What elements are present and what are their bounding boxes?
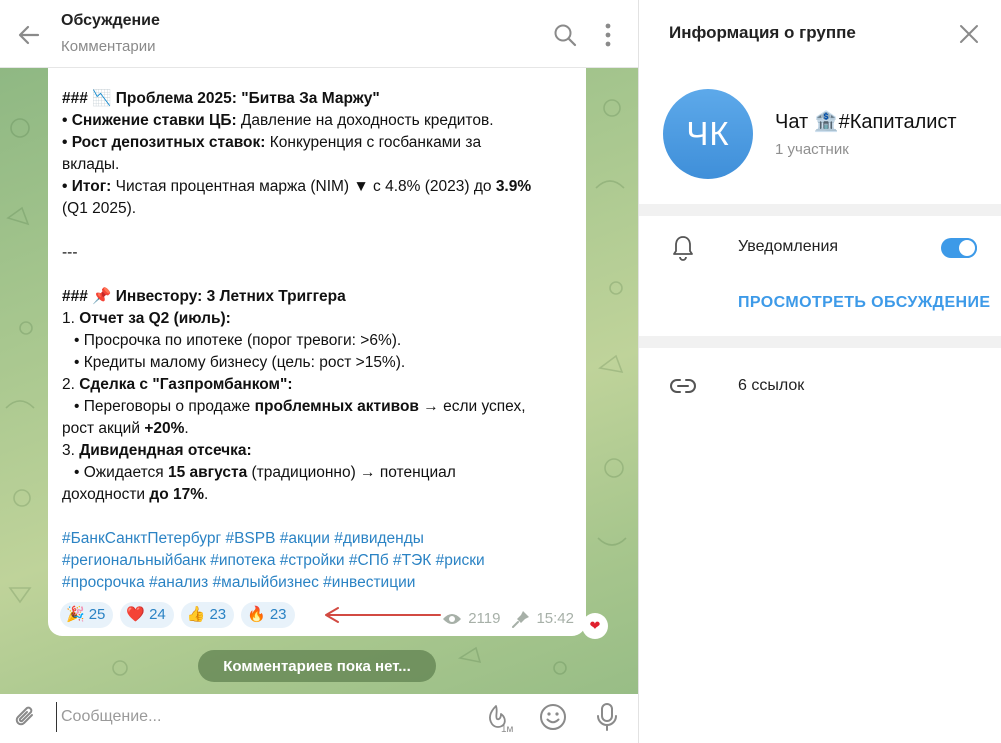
text: Конкуренция с госбанками за: [265, 134, 482, 151]
slow-mode-timer-icon[interactable]: 1м: [484, 702, 516, 734]
bold-text: • Итог:: [62, 178, 112, 195]
post-line: • Переговоры о продаже проблемных активо…: [62, 396, 572, 418]
text: → если успех,: [418, 398, 526, 415]
bold-text: 3.9%: [495, 178, 532, 195]
no-comments-pill: Комментариев пока нет...: [198, 650, 436, 682]
bold-text: Дивидендная отсечка:: [79, 442, 252, 459]
text: .: [204, 486, 209, 503]
attach-paperclip-icon[interactable]: [12, 704, 40, 732]
own-reaction-heart-icon[interactable]: ❤: [582, 613, 608, 639]
post-line: • Просрочка по ипотеке (порог тревоги: >…: [74, 332, 402, 349]
message-input[interactable]: [56, 702, 456, 732]
group-info-panel: Информация о группе ЧК Чат 🏦#Капиталист …: [639, 0, 1001, 743]
info-panel-title: Информация о группе: [669, 23, 856, 42]
party-popper-icon: 🎉: [66, 606, 85, 623]
hashtag-line[interactable]: #просрочка #анализ #малыйбизнес #инвести…: [62, 572, 572, 594]
group-name: Чат 🏦#Капиталист: [775, 111, 957, 133]
text: рост акций: [62, 420, 145, 437]
message-meta: 2119 15:42: [442, 608, 574, 630]
pin-icon: [512, 611, 530, 628]
bold-text: • Рост депозитных ставок:: [62, 134, 266, 151]
post-heading-investor: ### 📌 Инвестору: 3 Летних Триггера: [62, 286, 572, 308]
reaction-count: 24: [149, 606, 166, 623]
post-line: • Снижение ставки ЦБ: Давление на доходн…: [62, 110, 572, 132]
search-icon[interactable]: [552, 22, 578, 48]
chat-title: Обсуждение: [61, 12, 160, 29]
separator-line: ---: [62, 244, 78, 261]
reaction-count: 25: [88, 606, 106, 623]
post-line: рост акций +20%.: [62, 418, 572, 440]
post-line: доходности до 17%.: [62, 484, 572, 506]
text: (традиционно) → потенциал: [247, 464, 456, 481]
reactions-bar: 🎉 25 ❤️ 24 👍 23 🔥 23: [60, 602, 295, 628]
post-heading-problem: ### 📉 Проблема 2025: "Битва За Маржу": [62, 88, 572, 110]
annotation-arrow-icon: [325, 607, 441, 623]
text: Давление на доходность кредитов.: [236, 112, 494, 129]
bold-text: до 17%: [149, 486, 205, 503]
text: 3.: [62, 442, 80, 459]
message-time: 15:42: [536, 610, 574, 627]
post-line: 3. Дивидендная отсечка:: [62, 440, 572, 462]
post-line: • Рост депозитных ставок: Конкуренция с …: [62, 132, 572, 154]
views-count: 2119: [468, 610, 501, 627]
post-message: ### 📉 Проблема 2025: "Битва За Маржу" • …: [48, 68, 586, 636]
links-count-item[interactable]: 6 ссылок: [738, 377, 804, 395]
emoji-icon[interactable]: [538, 702, 568, 732]
text: 1.: [62, 310, 80, 327]
bold-text: Сделка с "Газпромбанком":: [79, 376, 293, 393]
reaction-count: 23: [209, 606, 227, 623]
fire-icon: 🔥: [247, 606, 266, 623]
message-composer: 1м: [0, 694, 638, 743]
bold-text: Отчет за Q2 (июль):: [79, 310, 231, 327]
timer-label: 1м: [501, 724, 514, 734]
bold-text: +20%: [144, 420, 185, 437]
notifications-toggle[interactable]: [941, 238, 977, 258]
close-icon[interactable]: [957, 22, 981, 46]
chat-subtitle: Комментарии: [61, 38, 156, 55]
reaction-heart[interactable]: ❤️ 24: [120, 602, 174, 628]
bold-text: проблемных активов: [254, 398, 419, 415]
member-count: 1 участник: [775, 141, 849, 158]
link-icon: [670, 379, 696, 393]
post-line: ### 📉 Проблема 2025: "Битва За Маржу": [62, 90, 380, 107]
bell-icon: [673, 236, 693, 261]
reaction-thumbs-up[interactable]: 👍 23: [180, 602, 235, 628]
group-avatar[interactable]: ЧК: [663, 89, 753, 179]
more-options-icon[interactable]: [598, 22, 618, 48]
text: 2.: [62, 376, 80, 393]
thumbs-up-icon: 👍: [186, 606, 206, 623]
post-line: 1. Отчет за Q2 (июль):: [62, 308, 572, 330]
back-arrow-icon[interactable]: [14, 20, 44, 50]
post-line: • Ожидается 15 августа (традиционно) → п…: [62, 462, 572, 484]
notifications-label: Уведомления: [738, 238, 839, 255]
post-line: ### 📌 Инвестору: 3 Летних Триггера: [62, 288, 346, 305]
text: • Переговоры о продаже: [74, 398, 255, 415]
text: доходности: [62, 486, 150, 503]
text: .: [184, 420, 189, 437]
views-eye-icon: [443, 614, 462, 624]
post-line: (Q1 2025).: [62, 200, 137, 217]
post-line: • Кредиты малому бизнесу (цель: рост >15…: [74, 354, 406, 371]
text: • Ожидается: [74, 464, 168, 481]
discussion-pane: Обсуждение Комментарии ### 📉 Проблема 20…: [0, 0, 638, 743]
section-separator: [639, 204, 1001, 216]
hashtag-line[interactable]: #региональныйбанк #ипотека #стройки #СПб…: [62, 550, 572, 572]
heart-icon: ❤️: [126, 606, 146, 623]
microphone-icon[interactable]: [594, 702, 620, 732]
section-separator: [639, 336, 1001, 348]
reaction-count: 23: [269, 606, 287, 623]
post-line: 2. Сделка с "Газпромбанком":: [62, 374, 572, 396]
bold-text: 15 августа: [167, 464, 248, 481]
chat-header: Обсуждение Комментарии: [0, 0, 638, 68]
post-line: • Итог: Чистая процентная маржа (NIM) ▼ …: [62, 176, 572, 198]
view-discussion-button[interactable]: ПРОСМОТРЕТЬ ОБСУЖДЕНИЕ: [738, 294, 990, 312]
post-line: вклады.: [62, 156, 120, 173]
hashtag-line[interactable]: #БанкСанктПетербург #BSPB #акции #дивиде…: [62, 528, 572, 550]
bold-text: • Снижение ставки ЦБ:: [62, 112, 237, 129]
reaction-party[interactable]: 🎉 25: [60, 602, 114, 628]
text: Чистая процентная маржа (NIM) ▼ с 4.8% (…: [111, 178, 496, 195]
reaction-fire[interactable]: 🔥 23: [241, 602, 295, 628]
